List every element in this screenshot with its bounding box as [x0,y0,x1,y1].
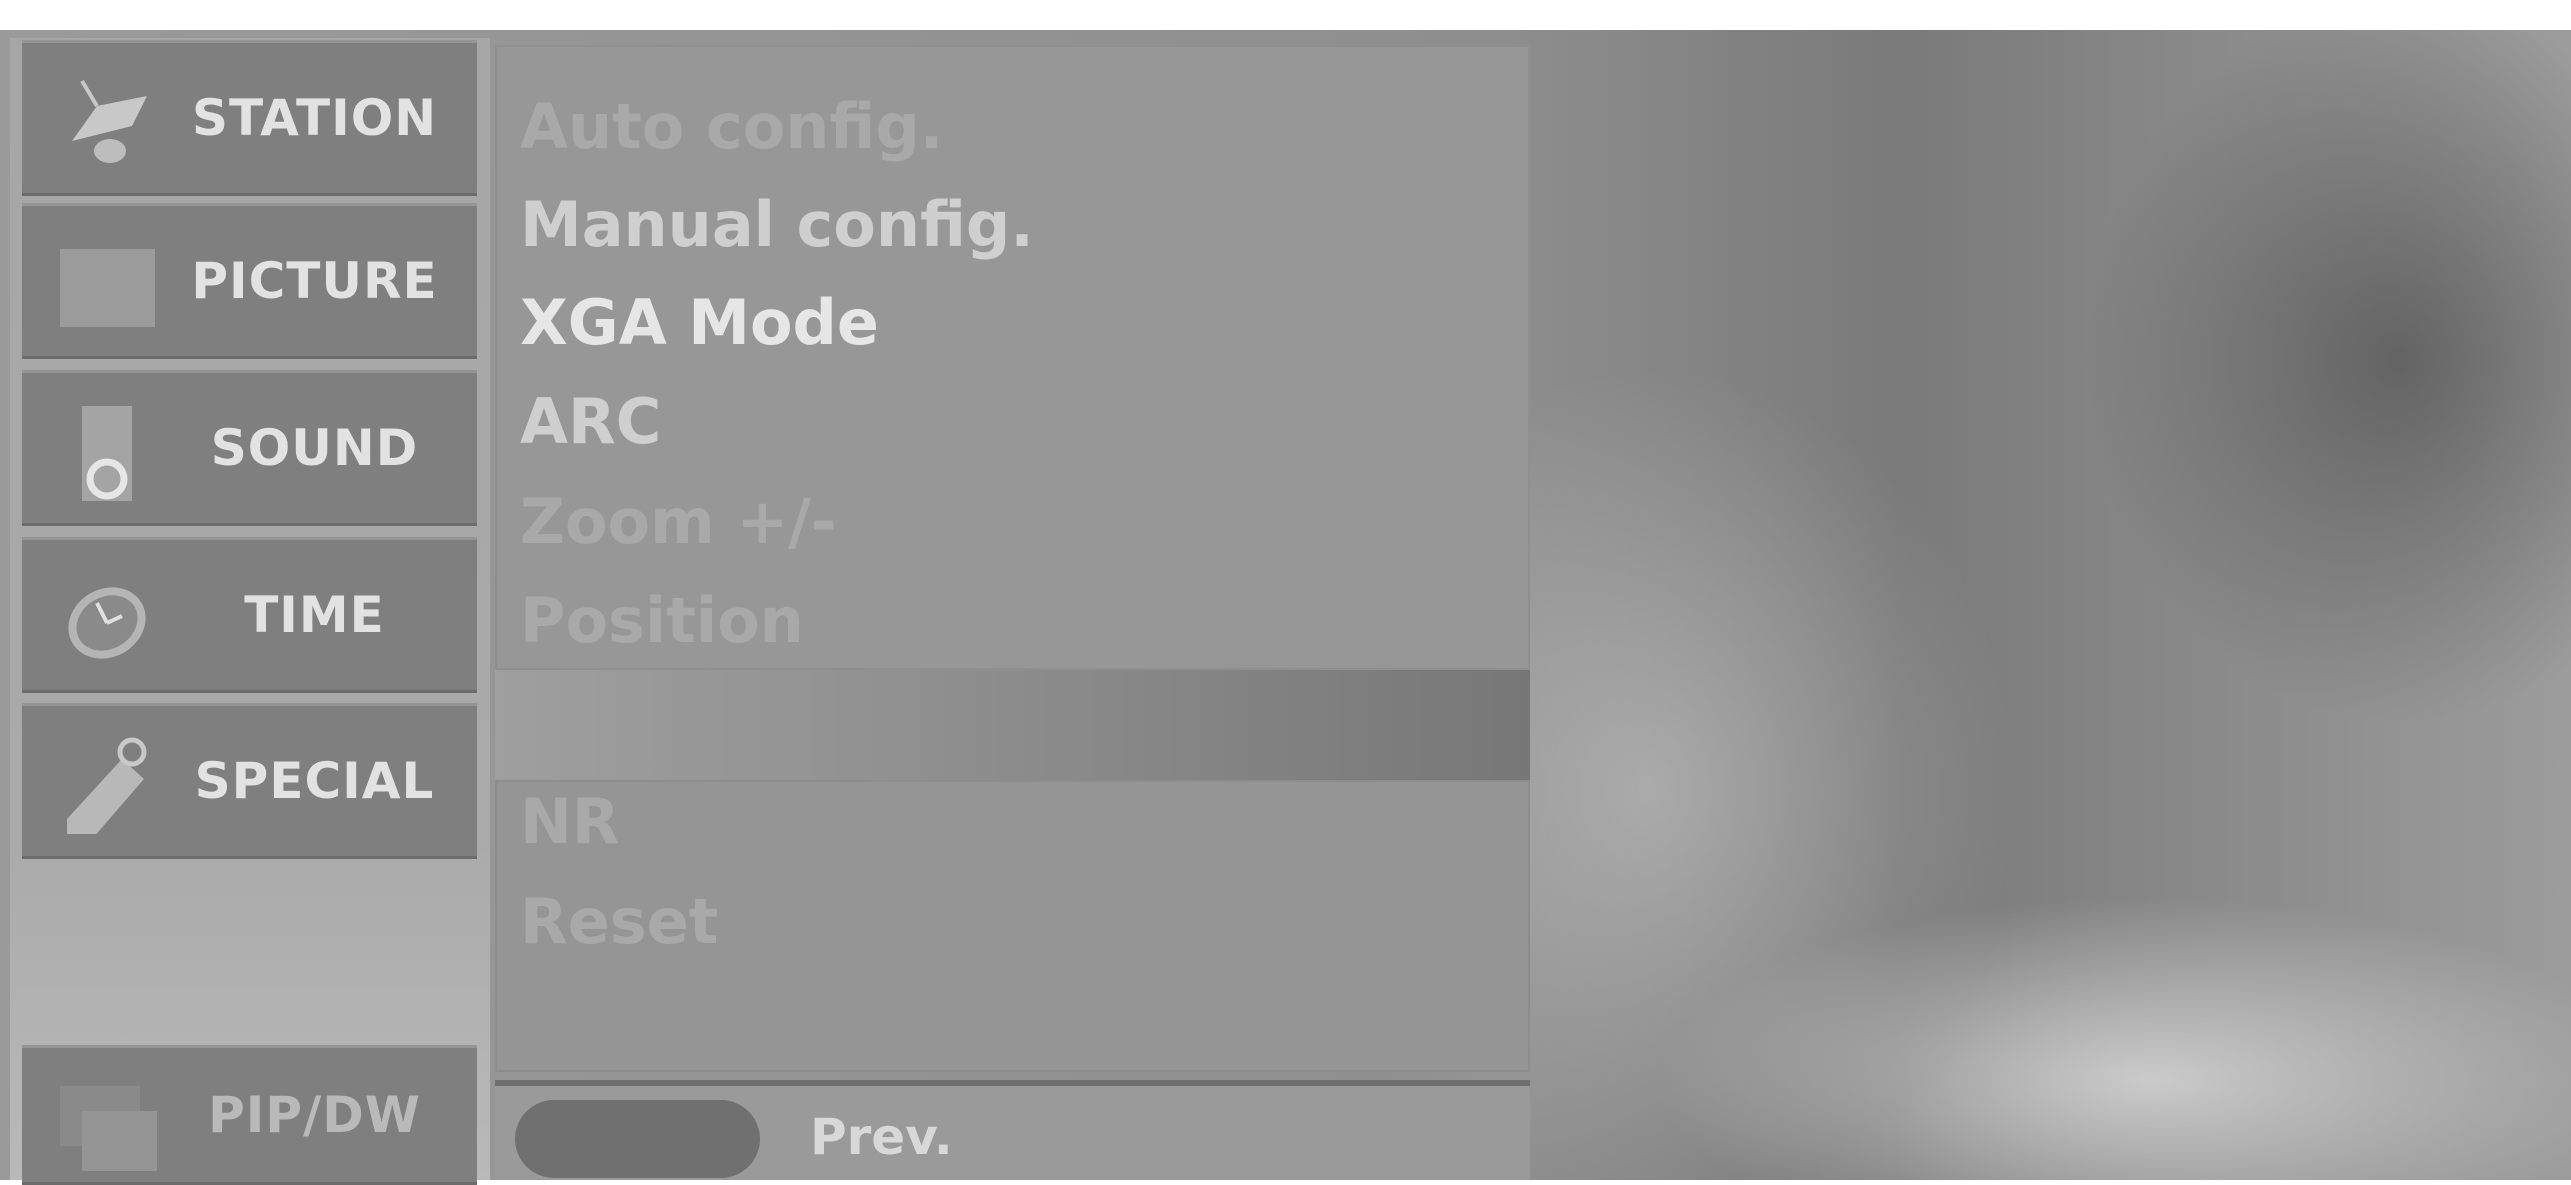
sidebar-item-label: SOUND [210,419,419,477]
sidebar-item-sound[interactable]: SOUND [22,370,477,526]
sidebar-item-pip-dw[interactable]: PIP/DW [22,1045,477,1185]
menu-item-position[interactable]: Position [520,584,804,657]
sidebar-item-label: PICTURE [191,252,438,310]
menu-item-reset[interactable]: Reset [520,885,718,958]
menu-item-manual-config[interactable]: Manual config. [520,188,1034,261]
tag-icon [67,737,147,834]
prev-button[interactable] [515,1100,760,1178]
menu-item-arc[interactable]: ARC [520,385,661,458]
sidebar-item-station[interactable]: STATION [22,40,477,196]
menu-item-auto-config[interactable]: Auto config. [520,90,943,163]
satellite-dish-icon [72,79,147,163]
menu-item-zoom[interactable]: Zoom +/- [520,485,837,558]
menu-item-nr[interactable]: NR [520,785,620,858]
menu-divider [495,670,1530,780]
sidebar-item-label: TIME [244,586,385,644]
pip-window-icon [60,1086,157,1171]
sidebar-item-picture[interactable]: PICTURE [22,203,477,359]
sidebar-item-label: STATION [191,89,438,147]
speaker-icon [82,406,132,501]
clock-icon [68,587,146,659]
sidebar-item-time[interactable]: TIME [22,537,477,693]
sidebar-item-special[interactable]: SPECIAL [22,703,477,859]
menu-item-xga-mode[interactable]: XGA Mode [520,286,879,359]
prev-label: Prev. [810,1108,953,1166]
sidebar-item-label: PIP/DW [208,1086,421,1144]
sidebar-item-label: SPECIAL [194,752,435,810]
picture-square-icon [60,249,155,327]
